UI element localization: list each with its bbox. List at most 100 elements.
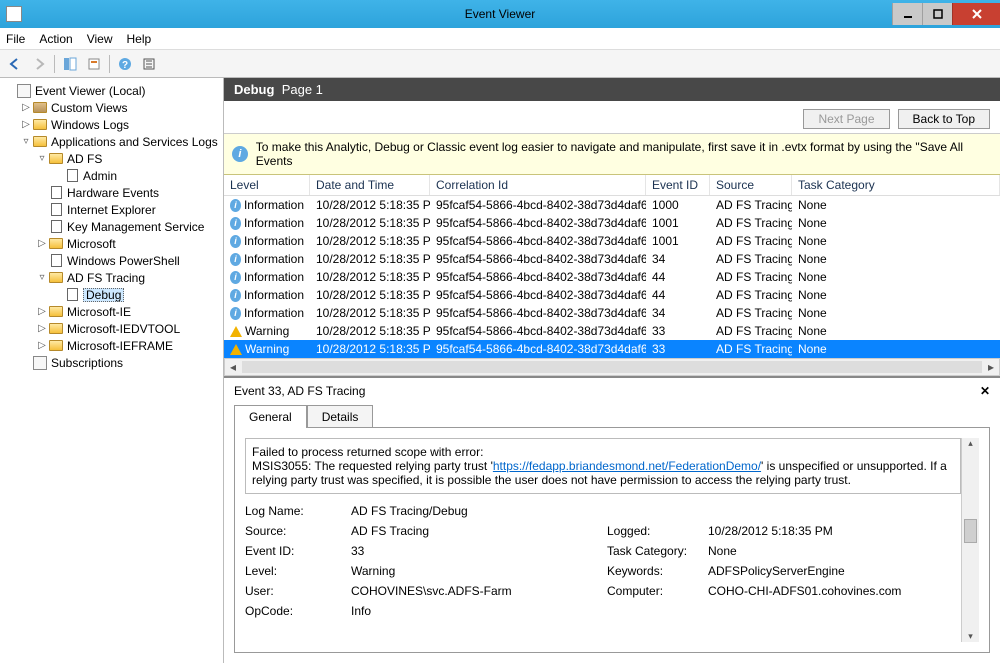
- tab-general[interactable]: General: [234, 405, 307, 428]
- back-button[interactable]: [4, 53, 26, 75]
- refresh-button[interactable]: [138, 53, 160, 75]
- svg-text:?: ?: [122, 60, 128, 71]
- val-task-cat: None: [708, 544, 961, 558]
- lbl-opcode: OpCode:: [245, 604, 345, 618]
- lbl-event-id: Event ID:: [245, 544, 345, 558]
- col-correlation[interactable]: Correlation Id: [430, 175, 646, 195]
- tree-pane[interactable]: Event Viewer (Local) ▷Custom Views ▷Wind…: [0, 78, 224, 663]
- tree-app-services-logs[interactable]: ▿Applications and Services Logs: [0, 133, 223, 150]
- col-level[interactable]: Level: [224, 175, 310, 195]
- table-row[interactable]: iInformation10/28/2012 5:18:35 PM95fcaf5…: [224, 232, 1000, 250]
- scroll-right-icon[interactable]: ▸: [983, 360, 999, 374]
- toolbar: ?: [0, 50, 1000, 78]
- lbl-level: Level:: [245, 564, 345, 578]
- table-row[interactable]: iInformation10/28/2012 5:18:35 PM95fcaf5…: [224, 214, 1000, 232]
- show-tree-button[interactable]: [59, 53, 81, 75]
- col-source[interactable]: Source: [710, 175, 792, 195]
- minimize-button[interactable]: [892, 3, 922, 25]
- tree-windows-logs[interactable]: ▷Windows Logs: [0, 116, 223, 133]
- col-date[interactable]: Date and Time: [310, 175, 430, 195]
- tree-hardware-events[interactable]: Hardware Events: [0, 184, 223, 201]
- tree-ms-ie[interactable]: ▷Microsoft-IE: [0, 303, 223, 320]
- event-viewer-icon: [16, 84, 32, 98]
- tree-microsoft[interactable]: ▷Microsoft: [0, 235, 223, 252]
- tab-general-body: Failed to process returned scope with er…: [234, 427, 990, 653]
- next-page-button[interactable]: Next Page: [803, 109, 889, 129]
- menu-help[interactable]: Help: [127, 32, 152, 46]
- tree-ie[interactable]: Internet Explorer: [0, 201, 223, 218]
- tree-powershell[interactable]: Windows PowerShell: [0, 252, 223, 269]
- tree-kms[interactable]: Key Management Service: [0, 218, 223, 235]
- title-bar: Event Viewer: [0, 0, 1000, 28]
- forward-button[interactable]: [28, 53, 50, 75]
- table-row[interactable]: iInformation10/28/2012 5:18:35 PM95fcaf5…: [224, 286, 1000, 304]
- val-event-id: 33: [351, 544, 601, 558]
- scroll-down-icon[interactable]: ▾: [968, 631, 973, 642]
- tree-root[interactable]: Event Viewer (Local): [0, 82, 223, 99]
- log-icon: [48, 254, 64, 268]
- menu-action[interactable]: Action: [39, 32, 72, 46]
- folder-icon: [32, 101, 48, 115]
- information-icon: i: [230, 307, 241, 320]
- properties-button[interactable]: [83, 53, 105, 75]
- info-bar-text: To make this Analytic, Debug or Classic …: [256, 140, 992, 168]
- tree-ms-ieframe[interactable]: ▷Microsoft-IEFRAME: [0, 337, 223, 354]
- menu-bar: File Action View Help: [0, 28, 1000, 50]
- table-row[interactable]: Warning10/28/2012 5:18:35 PM95fcaf54-586…: [224, 322, 1000, 340]
- content-header: Debug Page 1: [224, 78, 1000, 101]
- folder-icon: [48, 339, 64, 353]
- help-button[interactable]: ?: [114, 53, 136, 75]
- table-row[interactable]: iInformation10/28/2012 5:18:35 PM95fcaf5…: [224, 268, 1000, 286]
- tree-debug[interactable]: Debug: [0, 286, 223, 303]
- information-icon: i: [230, 199, 241, 212]
- val-logged: 10/28/2012 5:18:35 PM: [708, 524, 961, 538]
- back-to-top-button[interactable]: Back to Top: [898, 109, 990, 129]
- folder-icon: [48, 152, 64, 166]
- details-vertical-scrollbar[interactable]: ▴ ▾: [961, 438, 979, 642]
- tree-adfs[interactable]: ▿AD FS: [0, 150, 223, 167]
- warning-icon: [230, 344, 242, 355]
- information-icon: i: [230, 217, 241, 230]
- val-source: AD FS Tracing: [351, 524, 601, 538]
- content-header-title: Debug: [234, 82, 274, 97]
- information-icon: i: [230, 253, 241, 266]
- scroll-up-icon[interactable]: ▴: [968, 438, 973, 449]
- col-event-id[interactable]: Event ID: [646, 175, 710, 195]
- col-task[interactable]: Task Category: [792, 175, 1000, 195]
- menu-file[interactable]: File: [6, 32, 25, 46]
- warning-icon: [230, 326, 242, 337]
- lbl-log-name: Log Name:: [245, 504, 345, 518]
- horizontal-scrollbar[interactable]: ◂ ▸: [224, 358, 1000, 376]
- val-computer: COHO-CHI-ADFS01.cohovines.com: [708, 584, 961, 598]
- tree-adfs-tracing[interactable]: ▿AD FS Tracing: [0, 269, 223, 286]
- event-grid[interactable]: Level Date and Time Correlation Id Event…: [224, 175, 1000, 376]
- close-button[interactable]: [952, 3, 1000, 25]
- tree-admin[interactable]: Admin: [0, 167, 223, 184]
- details-pane: Event 33, AD FS Tracing ✕ General Detail…: [224, 376, 1000, 663]
- log-icon: [48, 220, 64, 234]
- table-row[interactable]: iInformation10/28/2012 5:18:35 PM95fcaf5…: [224, 196, 1000, 214]
- grid-header[interactable]: Level Date and Time Correlation Id Event…: [224, 175, 1000, 196]
- folder-icon: [48, 271, 64, 285]
- tree-ms-iedvtool[interactable]: ▷Microsoft-IEDVTOOL: [0, 320, 223, 337]
- table-row[interactable]: iInformation10/28/2012 5:18:35 PM95fcaf5…: [224, 250, 1000, 268]
- log-icon: [64, 288, 80, 302]
- tree-custom-views[interactable]: ▷Custom Views: [0, 99, 223, 116]
- lbl-source: Source:: [245, 524, 345, 538]
- log-icon: [48, 203, 64, 217]
- scroll-left-icon[interactable]: ◂: [225, 360, 241, 374]
- message-link[interactable]: https://fedapp.briandesmond.net/Federati…: [493, 459, 761, 473]
- lbl-user: User:: [245, 584, 345, 598]
- val-log-name: AD FS Tracing/Debug: [351, 504, 961, 518]
- tab-details[interactable]: Details: [307, 405, 374, 428]
- table-row[interactable]: iInformation10/28/2012 5:18:35 PM95fcaf5…: [224, 304, 1000, 322]
- val-user: COHOVINES\svc.ADFS-Farm: [351, 584, 601, 598]
- maximize-button[interactable]: [922, 3, 952, 25]
- menu-view[interactable]: View: [87, 32, 113, 46]
- table-row[interactable]: Warning10/28/2012 5:18:35 PM95fcaf54-586…: [224, 340, 1000, 358]
- folder-icon: [48, 237, 64, 251]
- tree-root-label: Event Viewer (Local): [35, 84, 146, 98]
- lbl-keywords: Keywords:: [607, 564, 702, 578]
- tree-subscriptions[interactable]: Subscriptions: [0, 354, 223, 371]
- details-close-button[interactable]: ✕: [980, 384, 990, 398]
